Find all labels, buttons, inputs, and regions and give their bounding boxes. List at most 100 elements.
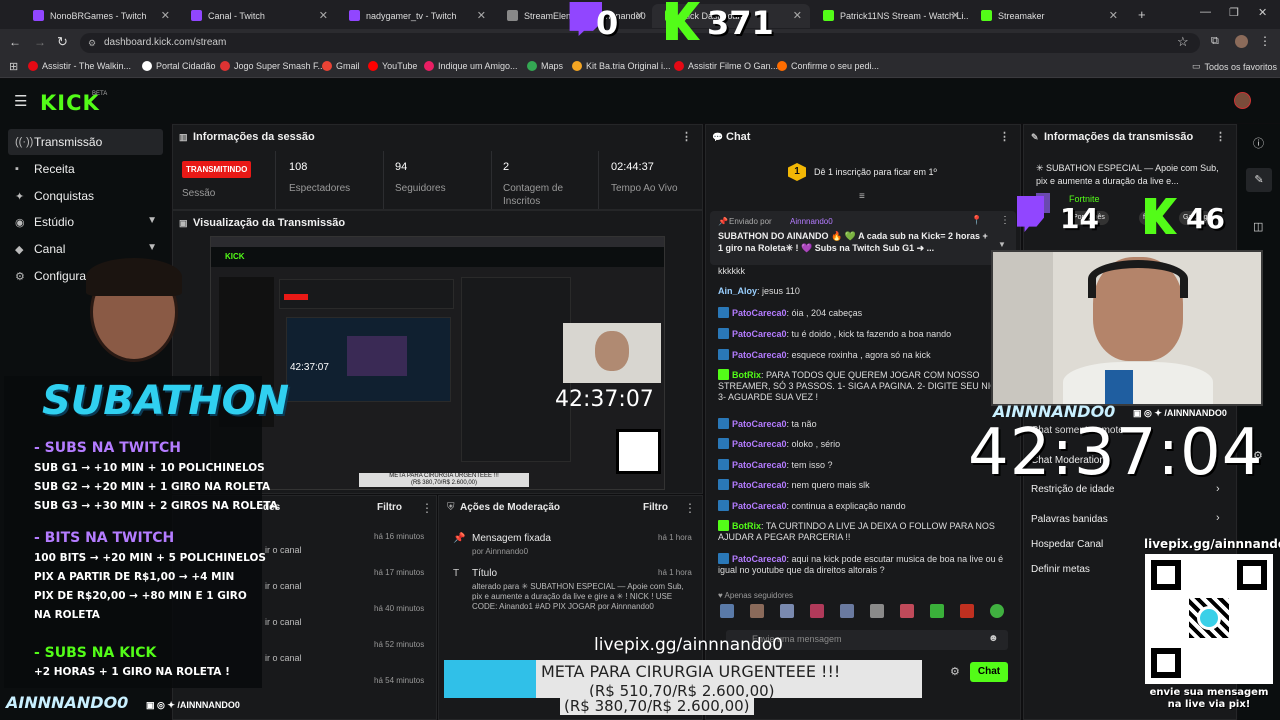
hamburger-menu-icon[interactable]: ☰ [14,92,27,110]
emote-icon[interactable] [840,604,854,618]
sidebar-item-receita[interactable]: ▪ Receita [8,156,163,182]
settings-gear-icon[interactable]: ⚙ [950,665,960,678]
close-icon[interactable]: ✕ [161,9,170,22]
pinned-message[interactable]: 📌 Enviado por Ainnnando0 📍 ⋮ SUBATHON DO… [710,211,1016,265]
reload-icon[interactable]: ↻ [57,34,68,50]
chat-username[interactable]: PatoCareca0 [732,350,787,360]
forward-icon[interactable]: → [34,35,46,49]
bookmark-item[interactable]: Assistir Filme O Gan... [674,61,778,71]
chat-message[interactable]: PatoCareca0: tu é doido , kick ta fazend… [718,328,1008,340]
bookmark-star-icon[interactable]: ☆ [1177,34,1189,50]
chat-message[interactable]: kkkkkk [718,266,1008,277]
emote-icon[interactable] [780,604,794,618]
chat-username[interactable]: PatoCareca0 [732,501,787,511]
browser-tab[interactable]: Streamaker ✕ [968,4,1126,28]
kebab-menu-icon[interactable]: ⋮ [421,501,433,515]
mod-item-set-goals[interactable]: Definir metas [1031,564,1090,575]
emote-icon[interactable] [720,604,734,618]
all-bookmarks[interactable]: ▭ Todos os favoritos [1192,61,1277,72]
emote-icon[interactable] [870,604,884,618]
chat-username[interactable]: BotRix [732,521,761,531]
close-icon[interactable]: ✕ [1109,9,1118,22]
bookmark-item[interactable]: Indique um Amigo... [424,61,518,71]
browser-tab[interactable]: Patrick11NS Stream - Watch Li... ✕ [810,4,968,28]
chevron-right-icon[interactable]: › [1216,512,1220,524]
close-icon[interactable]: ✕ [319,9,328,22]
chat-message[interactable]: PatoCareca0: tem isso ? [718,459,1008,471]
emote-icon[interactable] [930,604,944,618]
chat-username[interactable]: PatoCareca0 [732,308,787,318]
chat-username[interactable]: PatoCareca0 [732,419,787,429]
browser-tab[interactable]: NonoBRGames - Twitch ✕ [20,4,178,28]
chat-username[interactable]: PatoCareca0 [732,329,787,339]
extensions-icon[interactable]: ⧉ [1211,35,1219,48]
bookmark-item[interactable]: Jogo Super Smash F... [220,61,325,71]
emote-icon[interactable] [810,604,824,618]
emoji-icon[interactable]: ☻ [988,633,999,644]
chat-username[interactable]: PatoCareca0 [732,439,787,449]
bookmark-item[interactable]: Portal Cidadão [142,61,216,71]
chat-message[interactable]: PatoCareca0: nem quero mais slk [718,479,1008,491]
close-window-icon[interactable]: ✕ [1258,6,1267,19]
edit-icon[interactable]: ✎ [1246,168,1272,192]
new-tab-icon[interactable]: + [1138,7,1146,22]
browser-tab[interactable]: Canal - Twitch ✕ [178,4,336,28]
browser-tab[interactable]: nadygamer_tv - Twitch ✕ [336,4,494,28]
minimize-icon[interactable]: — [1200,6,1211,18]
profile-avatar[interactable] [1235,35,1248,48]
stream-preview-video[interactable]: KICK 42:37:07 42:37:07 META PARA CIRURGI… [210,236,665,490]
chat-message[interactable]: PatoCareca0: aqui na kick pode escutar m… [718,553,1008,576]
bookmark-item[interactable]: Gmail [322,61,360,71]
chat-message[interactable]: BotRix: PARA TODOS QUE QUEREM JOGAR COM … [718,369,1008,403]
screenshot-icon[interactable]: ◫ [1253,220,1263,233]
collapse-icon[interactable]: ≡ [859,191,865,202]
chat-username[interactable]: BotRix [732,370,761,380]
kick-logo[interactable]: KICK [40,91,100,115]
chat-username[interactable]: PatoCareca0 [732,554,787,564]
chat-message[interactable]: PatoCareca0: continua a explicação nando [718,500,1008,512]
chat-message[interactable]: PatoCareca0: ta não [718,418,1008,430]
chat-message[interactable]: BotRix: TA CURTINDO A LIVE JA DEIXA O FO… [718,520,1008,543]
close-icon[interactable]: ✕ [477,9,486,22]
maximize-icon[interactable]: ❐ [1229,6,1239,19]
bookmark-item[interactable]: Kit Ba.tria Original i... [572,61,671,71]
kebab-menu-icon[interactable]: ⋮ [1000,215,1010,226]
back-icon[interactable]: ← [9,35,21,49]
emote-icon[interactable] [990,604,1004,618]
kebab-menu-icon[interactable]: ⋮ [1215,125,1226,149]
chat-username[interactable]: PatoCareca0 [732,460,787,470]
bookmark-item[interactable]: Maps [527,61,563,71]
sidebar-item-estudio[interactable]: ◉ Estúdio ▼ [8,209,163,235]
chat-username[interactable]: PatoCareca0 [732,480,787,490]
apps-icon[interactable]: ⊞ [9,60,18,73]
chat-message[interactable]: Ain_Aloy: jesus 110 [718,286,1008,297]
chat-message[interactable]: PatoCareca0: oloko , sério [718,438,1008,450]
chat-message[interactable]: PatoCareca0: esquece roxinha , agora só … [718,349,1008,361]
emote-icon[interactable] [900,604,914,618]
chat-username[interactable]: Ain_Aloy [718,286,757,296]
unpin-icon[interactable]: 📍 [971,215,982,226]
mod-item-host-channel[interactable]: Hospedar Canal [1031,539,1103,550]
chat-message[interactable]: PatoCareca0: óia , 204 cabeças [718,307,1008,319]
close-icon[interactable]: ✕ [635,9,644,22]
site-info-icon[interactable]: ⚙ [88,33,96,53]
bookmark-item[interactable]: Confirme o seu pedi... [777,61,879,71]
filter-button[interactable]: Filtro [377,502,402,513]
close-icon[interactable]: ✕ [793,9,802,22]
emote-icon[interactable] [750,604,764,618]
mod-item-banned-words[interactable]: Palavras banidas [1031,514,1108,525]
emote-icon[interactable] [960,604,974,618]
info-icon[interactable]: ⓘ [1253,135,1264,151]
user-avatar[interactable] [1234,92,1251,109]
chevron-down-icon[interactable]: ▼ [998,240,1006,249]
kebab-menu-icon[interactable]: ⋮ [999,125,1010,149]
url-input[interactable]: ⚙ dashboard.kick.com/stream [80,33,1200,53]
bookmark-item[interactable]: Assistir - The Walkin... [28,61,131,71]
kebab-menu-icon[interactable]: ⋮ [681,125,692,149]
send-chat-button[interactable]: Chat [970,662,1008,682]
bookmark-item[interactable]: YouTube [368,61,417,71]
sidebar-item-transmissao[interactable]: ((·)) Transmissão [8,129,163,155]
menu-icon[interactable]: ⋮ [1259,34,1271,48]
kebab-menu-icon[interactable]: ⋮ [684,501,696,515]
sidebar-item-conquistas[interactable]: ✦ Conquistas [8,183,163,209]
